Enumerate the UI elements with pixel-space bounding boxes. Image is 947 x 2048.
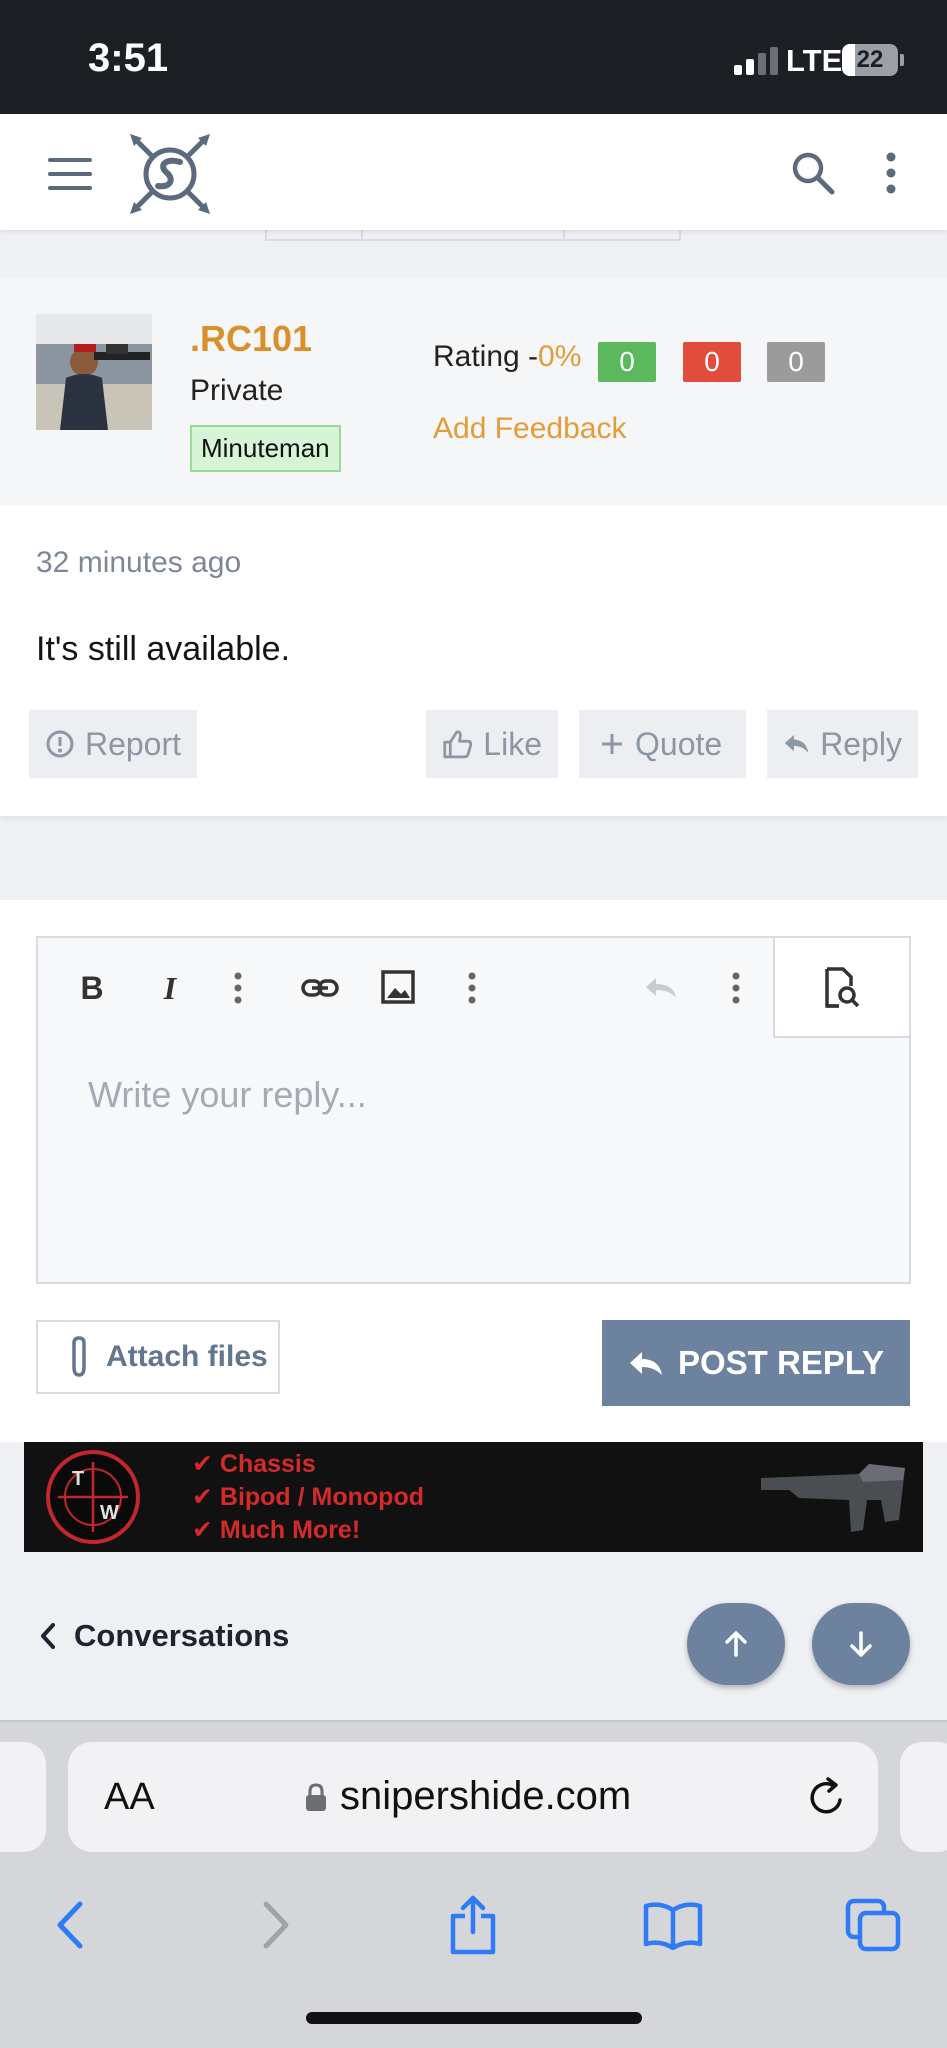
kebab-icon[interactable] bbox=[878, 150, 904, 196]
quote-button[interactable]: Quote bbox=[579, 710, 746, 778]
arrow-up-icon bbox=[725, 1631, 747, 1657]
reply-editor[interactable]: B I Write your reply... bbox=[36, 936, 911, 1284]
preview-icon bbox=[825, 967, 860, 1008]
plus-icon bbox=[602, 734, 622, 754]
post-reply-label: POST REPLY bbox=[677, 1344, 884, 1381]
battery-level: 22 bbox=[856, 46, 884, 73]
browser-toolbar: AA snipershide.com bbox=[0, 1720, 947, 2048]
address-bar[interactable]: AA snipershide.com bbox=[68, 1742, 878, 1852]
rifle-stock-image bbox=[761, 1464, 905, 1532]
link-icon[interactable] bbox=[300, 966, 340, 1010]
bold-icon[interactable]: B bbox=[74, 966, 110, 1010]
app-header bbox=[0, 114, 947, 230]
post-body: 32 minutes ago It's still available. Rep… bbox=[0, 506, 947, 816]
battery-nub bbox=[900, 54, 904, 66]
user-title: Private bbox=[190, 374, 284, 407]
italic-icon[interactable]: I bbox=[152, 966, 188, 1010]
scroll-top-button[interactable] bbox=[687, 1603, 785, 1685]
arrow-down-icon bbox=[850, 1631, 872, 1657]
status-time: 3:51 bbox=[88, 36, 169, 80]
editor-toolbar: B I bbox=[38, 938, 774, 1038]
ad-items: ✔ Chassis ✔ Bipod / Monopod ✔ Much More! bbox=[192, 1448, 424, 1547]
book-icon bbox=[643, 1902, 703, 1950]
preview-toggle[interactable] bbox=[773, 938, 909, 1038]
ad-item: ✔ Chassis bbox=[192, 1450, 316, 1478]
user-banner: Minuteman bbox=[190, 425, 341, 472]
next-tab-preview[interactable] bbox=[900, 1742, 947, 1852]
post-user-block: .RC101 Private Minuteman Rating -0% 0 0 … bbox=[0, 278, 947, 506]
reload-icon[interactable] bbox=[804, 1776, 848, 1820]
post-timestamp[interactable]: 32 minutes ago bbox=[36, 546, 241, 580]
rating-negative-badge: 0 bbox=[683, 342, 741, 382]
avatar[interactable] bbox=[36, 314, 152, 430]
lock-icon bbox=[306, 1782, 326, 1811]
conversations-link[interactable]: Conversations bbox=[38, 1618, 289, 1654]
search-icon[interactable] bbox=[790, 150, 836, 196]
more-text-options-icon[interactable] bbox=[232, 966, 244, 1010]
conversations-label: Conversations bbox=[74, 1618, 290, 1653]
hamburger-icon[interactable] bbox=[48, 158, 92, 190]
reply-icon bbox=[784, 734, 809, 754]
back-button[interactable] bbox=[36, 1890, 106, 1960]
rating-neutral-badge: 0 bbox=[767, 342, 825, 382]
post-message: It's still available. bbox=[36, 630, 291, 668]
attach-files-button[interactable]: Attach files bbox=[36, 1320, 280, 1394]
bookmarks-button[interactable] bbox=[638, 1890, 708, 1960]
share-button[interactable] bbox=[438, 1890, 508, 1960]
reply-area: B I Write your reply... Attach files POS… bbox=[0, 900, 947, 1442]
username[interactable]: .RC101 bbox=[190, 318, 312, 360]
paperclip-icon bbox=[72, 1336, 86, 1377]
chevron-back-icon bbox=[57, 1901, 83, 1949]
site-logo-icon[interactable] bbox=[128, 132, 212, 216]
reply-placeholder: Write your reply... bbox=[88, 1074, 367, 1115]
like-button[interactable]: Like bbox=[426, 710, 558, 778]
aa-label: AA bbox=[104, 1776, 155, 1818]
reply-button[interactable]: Reply bbox=[767, 710, 918, 778]
url-display[interactable]: snipershide.com bbox=[304, 1774, 631, 1819]
chevron-left-icon bbox=[41, 1623, 55, 1649]
undo-icon[interactable] bbox=[642, 966, 682, 1010]
reply-arrow-icon bbox=[629, 1352, 662, 1375]
ad-logo-letter-w: W bbox=[100, 1502, 119, 1524]
rating-label: Rating -0% bbox=[433, 340, 581, 374]
battery-icon: 22 bbox=[842, 44, 898, 76]
cellular-signal-icon bbox=[734, 47, 778, 75]
ad-item: ✔ Bipod / Monopod bbox=[192, 1483, 424, 1511]
ad-logo-icon: T W bbox=[46, 1450, 140, 1544]
previous-tab-preview[interactable] bbox=[0, 1742, 46, 1852]
more-insert-options-icon[interactable] bbox=[466, 966, 478, 1010]
tabs-icon bbox=[845, 1898, 901, 1952]
tabs-button[interactable] bbox=[838, 1890, 908, 1960]
ad-banner[interactable]: T W ✔ Chassis ✔ Bipod / Monopod ✔ Much M… bbox=[24, 1442, 923, 1552]
ad-logo-letter-t: T bbox=[72, 1468, 85, 1490]
like-label: Like bbox=[483, 725, 542, 762]
rating-percent: 0% bbox=[538, 340, 582, 373]
rating-text: Rating - bbox=[433, 340, 539, 373]
ad-item: ✔ Much More! bbox=[192, 1516, 361, 1544]
post-reply-button[interactable]: POST REPLY bbox=[602, 1320, 910, 1406]
image-icon[interactable] bbox=[380, 966, 416, 1010]
attach-files-label: Attach files bbox=[106, 1340, 268, 1373]
status-bar: 3:51 LTE 22 bbox=[0, 0, 947, 114]
home-indicator bbox=[306, 2012, 642, 2024]
forward-button[interactable] bbox=[240, 1890, 310, 1960]
domain-label: snipershide.com bbox=[340, 1774, 632, 1818]
add-feedback-link[interactable]: Add Feedback bbox=[433, 412, 626, 446]
rating-positive-badge: 0 bbox=[598, 342, 656, 382]
share-icon bbox=[450, 1895, 496, 1955]
network-type: LTE bbox=[786, 43, 843, 78]
reply-label: Reply bbox=[820, 725, 902, 762]
reader-options-button[interactable]: AA bbox=[104, 1776, 155, 1819]
chevron-forward-icon bbox=[263, 1901, 289, 1949]
quote-label: Quote bbox=[635, 725, 723, 762]
thumbs-up-icon bbox=[443, 730, 473, 759]
report-icon bbox=[46, 730, 74, 758]
scroll-bottom-button[interactable] bbox=[812, 1603, 910, 1685]
report-label: Report bbox=[84, 725, 181, 762]
more-options-icon[interactable] bbox=[730, 966, 742, 1010]
report-button[interactable]: Report bbox=[29, 710, 197, 778]
